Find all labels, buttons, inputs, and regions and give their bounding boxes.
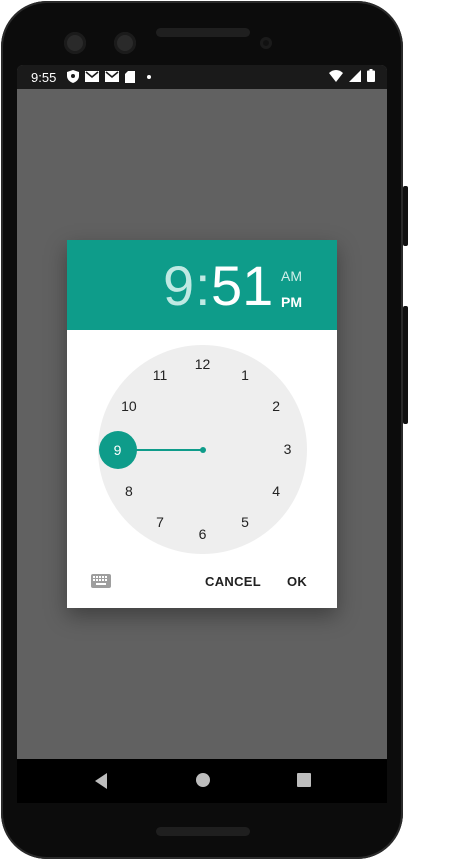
shield-icon (67, 70, 79, 83)
status-bar: 9:55 (17, 65, 387, 89)
clock-number-4[interactable]: 4 (264, 483, 288, 501)
recents-icon[interactable] (297, 773, 311, 787)
bottom-speaker (156, 827, 250, 836)
sensor (260, 37, 272, 49)
clock-number-3[interactable]: 3 (276, 441, 300, 459)
clock-number-7[interactable]: 7 (148, 514, 172, 532)
keyboard-icon[interactable] (91, 574, 111, 588)
time-picker-dialog: 9 : 51 AM PM 9 12 1 2 3 4 5 6 7 8 9 10 1… (67, 240, 337, 608)
power-button (403, 306, 408, 424)
cancel-button[interactable]: CANCEL (205, 574, 261, 589)
clock-number-6[interactable]: 6 (191, 526, 215, 544)
time-separator: : (195, 254, 211, 317)
earpiece-speaker (156, 28, 250, 37)
minute-display[interactable]: 51 (211, 256, 273, 316)
selected-hour-indicator[interactable]: 9 (98, 430, 137, 469)
ok-button[interactable]: OK (287, 574, 307, 589)
sd-card-icon (125, 70, 135, 83)
time-picker-header: 9 : 51 AM PM (67, 240, 337, 330)
volume-button (403, 186, 408, 246)
hour-display[interactable]: 9 (163, 256, 194, 316)
status-time: 9:55 (31, 70, 57, 85)
battery-icon (367, 69, 375, 82)
back-icon[interactable] (95, 773, 107, 789)
clock-number-10[interactable]: 10 (117, 398, 141, 416)
dot-icon (147, 74, 151, 79)
front-camera-2 (114, 32, 136, 54)
gmail-icon (85, 71, 99, 82)
status-right-icons (329, 69, 375, 82)
clock-number-2[interactable]: 2 (264, 398, 288, 416)
wifi-icon (329, 69, 343, 82)
signal-icon (349, 69, 361, 82)
clock-hand-center (199, 446, 206, 453)
clock-number-5[interactable]: 5 (233, 514, 257, 532)
clock-number-1[interactable]: 1 (233, 367, 257, 385)
home-icon[interactable] (196, 773, 210, 787)
front-camera (64, 32, 86, 54)
status-left-icons (67, 70, 151, 83)
navigation-bar (17, 759, 387, 803)
clock-number-8[interactable]: 8 (117, 483, 141, 501)
clock-number-11[interactable]: 11 (148, 367, 172, 385)
gmail-icon (105, 71, 119, 82)
am-toggle[interactable]: AM (281, 268, 302, 284)
clock-number-12[interactable]: 12 (191, 356, 215, 374)
clock-face[interactable]: 9 12 1 2 3 4 5 6 7 8 9 10 11 (98, 345, 307, 554)
pm-toggle[interactable]: PM (281, 294, 302, 310)
